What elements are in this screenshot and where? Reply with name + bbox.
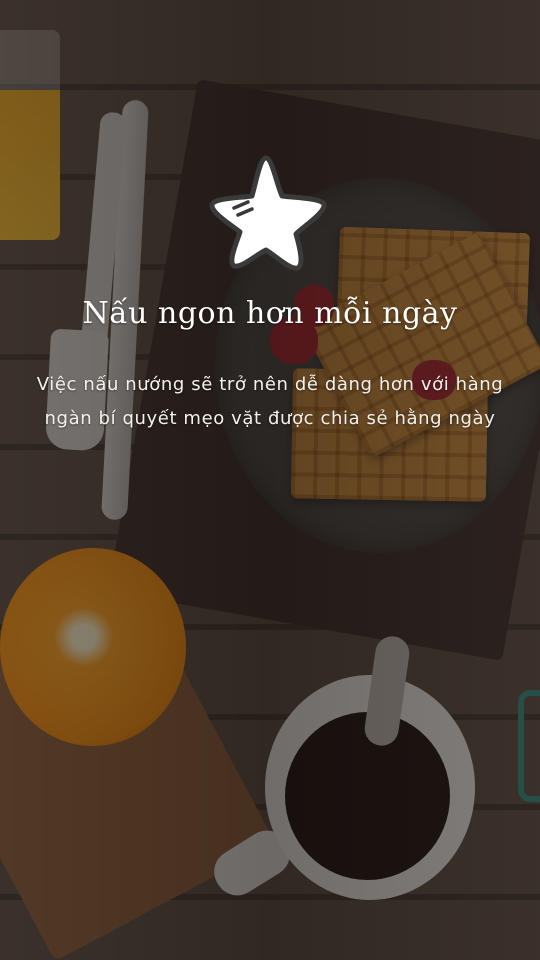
onboarding-description: Việc nấu nướng sẽ trở nên dễ dàng hơn vớ… bbox=[20, 368, 520, 436]
dark-overlay bbox=[0, 0, 540, 960]
star-icon bbox=[209, 155, 327, 271]
onboarding-screen: Nấu ngon hơn mỗi ngày Việc nấu nướng sẽ … bbox=[0, 0, 540, 960]
description-line: ngàn bí quyết mẹo vặt được chia sẻ hằng … bbox=[44, 408, 496, 429]
onboarding-title: Nấu ngon hơn mỗi ngày bbox=[82, 296, 458, 331]
description-line: Việc nấu nướng sẽ trở nên dễ dàng hơn vớ… bbox=[36, 374, 504, 395]
